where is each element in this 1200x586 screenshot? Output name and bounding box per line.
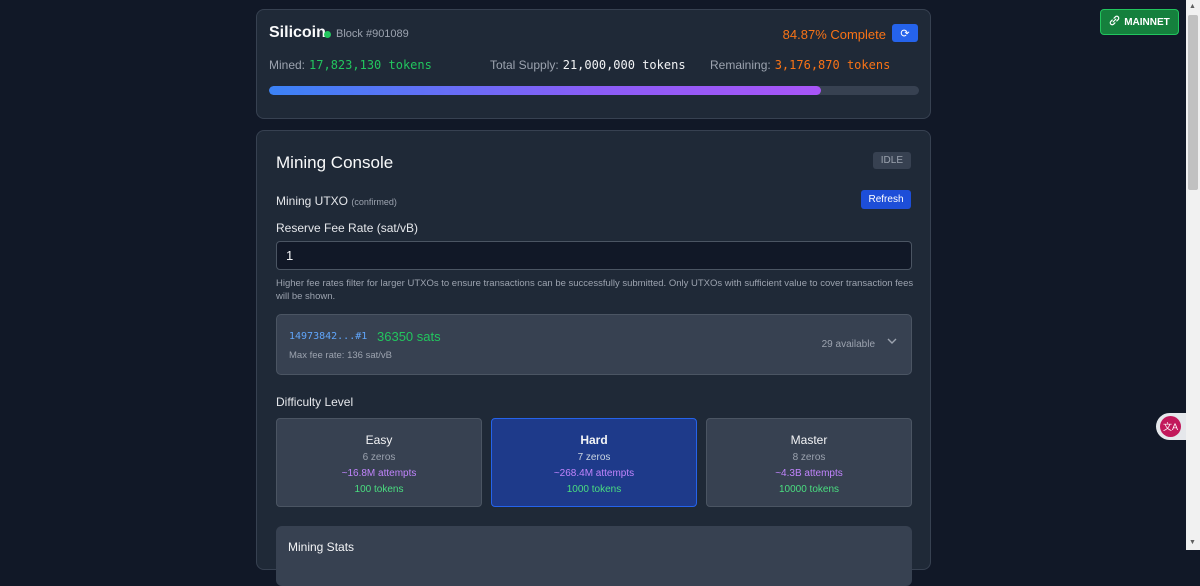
supply-value: 21,000,000 tokens — [562, 58, 686, 72]
fee-rate-hint: Higher fee rates filter for larger UTXOs… — [276, 278, 914, 302]
brand-name: Silicoin — [269, 24, 326, 41]
utxo-sats: 36350 sats — [377, 329, 441, 344]
difficulty-zeros: 7 zeros — [577, 452, 611, 463]
difficulty-name: Easy — [365, 433, 393, 447]
scroll-down-icon[interactable]: ▼ — [1189, 539, 1196, 546]
difficulty-zeros: 6 zeros — [362, 452, 396, 463]
difficulty-zeros: 8 zeros — [792, 452, 826, 463]
supply-label: Total Supply: — [490, 58, 559, 72]
utxo-available-count: 29 available — [821, 339, 875, 350]
completion-percent: 84.87% Complete — [782, 27, 886, 42]
fee-rate-input[interactable] — [276, 241, 912, 270]
mining-stats-title: Mining Stats — [288, 540, 355, 554]
difficulty-attempts: ~16.8M attempts — [341, 468, 417, 479]
status-dot — [324, 31, 331, 38]
refresh-button[interactable]: Refresh — [861, 190, 911, 209]
utxo-txid: 14973842...#1 — [289, 331, 368, 342]
status-badge: IDLE — [872, 152, 911, 169]
scroll-up-icon[interactable]: ▲ — [1189, 3, 1196, 10]
difficulty-name: Master — [790, 433, 828, 447]
remaining-label: Remaining: — [710, 58, 771, 72]
difficulty-option-master[interactable]: Master 8 zeros ~4.3B attempts 10000 toke… — [706, 418, 912, 507]
utxo-max-fee: Max fee rate: 136 sat/vB — [289, 350, 392, 361]
chevron-down-icon — [887, 337, 897, 348]
difficulty-tokens: 10000 tokens — [778, 484, 840, 495]
difficulty-attempts: ~4.3B attempts — [775, 468, 843, 479]
utxo-label-sub: (confirmed) — [351, 197, 397, 207]
scrollbar-thumb[interactable] — [1188, 15, 1198, 190]
difficulty-label: Difficulty Level — [276, 395, 354, 409]
page-scrollbar[interactable]: ▲ ▼ — [1186, 0, 1200, 550]
block-height: Block #901089 — [336, 28, 409, 40]
supply-stat: Total Supply: 21,000,000 tokens — [490, 58, 686, 72]
mined-value: 17,823,130 tokens — [309, 58, 432, 72]
difficulty-attempts: ~268.4M attempts — [553, 468, 635, 479]
remaining-stat: Remaining: 3,176,870 tokens — [710, 58, 890, 72]
utxo-label: Mining UTXO (confirmed) — [276, 194, 397, 208]
difficulty-option-hard[interactable]: Hard 7 zeros ~268.4M attempts 1000 token… — [491, 418, 697, 507]
utxo-selector[interactable]: 14973842...#1 36350 sats Max fee rate: 1… — [276, 314, 912, 375]
translate-icon: 文A — [1160, 416, 1181, 437]
difficulty-tokens: 1000 tokens — [566, 484, 622, 495]
mined-label: Mined: — [269, 58, 306, 72]
difficulty-option-easy[interactable]: Easy 6 zeros ~16.8M attempts 100 tokens — [276, 418, 482, 507]
network-badge[interactable]: MAINNET — [1100, 9, 1179, 35]
supply-progress-fill — [269, 86, 821, 95]
refresh-icon[interactable]: ⟳ — [892, 24, 918, 42]
supply-card: Silicoin Block #901089 84.87% Complete ⟳… — [256, 9, 931, 119]
remaining-value: 3,176,870 tokens — [774, 58, 891, 72]
console-title: Mining Console — [276, 153, 394, 172]
difficulty-tokens: 100 tokens — [354, 484, 404, 495]
mining-console: Mining Console IDLE Mining UTXO (confirm… — [256, 130, 931, 586]
mined-stat: Mined: 17,823,130 tokens — [269, 58, 432, 72]
network-label: MAINNET — [1124, 16, 1170, 28]
fee-rate-label: Reserve Fee Rate (sat/vB) — [276, 221, 419, 235]
supply-progress-bar — [269, 86, 919, 95]
link-icon — [1109, 15, 1120, 29]
translate-widget[interactable]: 文A — [1156, 413, 1186, 440]
utxo-label-text: Mining UTXO — [276, 194, 349, 208]
difficulty-name: Hard — [580, 433, 608, 447]
mining-stats-card: Mining Stats — [276, 526, 912, 586]
